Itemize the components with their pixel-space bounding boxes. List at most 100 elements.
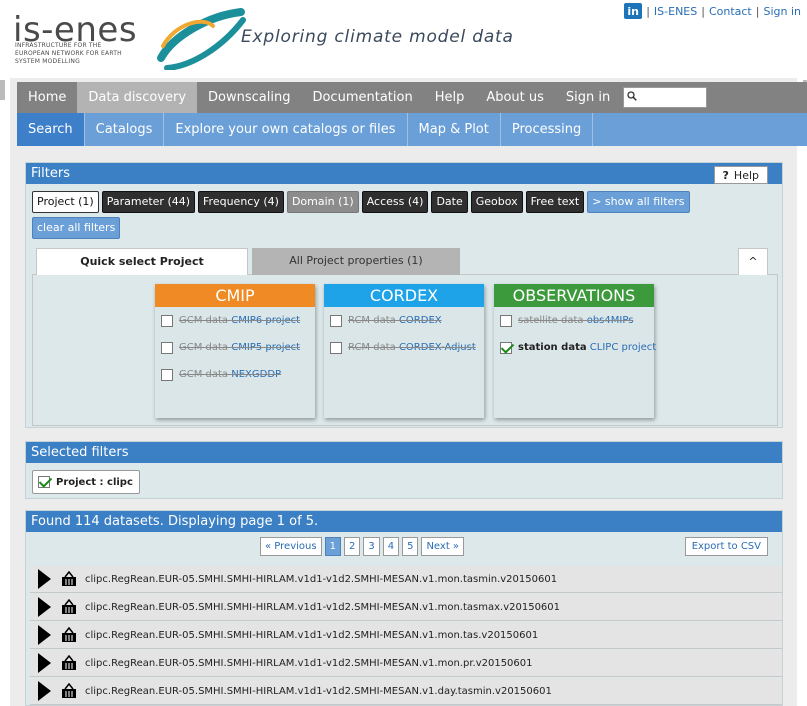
- page-button[interactable]: 4: [382, 537, 400, 556]
- dataset-id[interactable]: clipc.RegRean.EUR-05.SMHI.SMHI-HIRLAM.v1…: [85, 658, 533, 669]
- contact-link[interactable]: Contact: [709, 5, 752, 18]
- help-button[interactable]: ? Help: [713, 166, 768, 184]
- option-text: GCM data: [179, 369, 229, 380]
- option-link[interactable]: CLIPC project: [590, 342, 656, 353]
- option-row[interactable]: RCM data CORDEX: [324, 307, 484, 334]
- checkbox-checked[interactable]: [500, 341, 512, 354]
- subnav-explore[interactable]: Explore your own catalogs or files: [164, 113, 408, 146]
- page-button[interactable]: 3: [363, 537, 380, 556]
- subnav-search[interactable]: Search: [17, 113, 85, 146]
- dataset-row[interactable]: clipc.RegRean.EUR-05.SMHI.SMHI-HIRLAM.v1…: [30, 650, 782, 677]
- expand-play-icon[interactable]: [38, 681, 51, 701]
- expand-play-icon[interactable]: [38, 569, 51, 589]
- nav-sign-in[interactable]: Sign in: [555, 82, 621, 113]
- show-all-filters-button[interactable]: > show all filters: [587, 191, 690, 213]
- checkbox[interactable]: [161, 314, 173, 327]
- option-link[interactable]: obs4MIPs: [587, 315, 634, 326]
- basket-icon[interactable]: [61, 571, 77, 587]
- basket-icon[interactable]: [61, 627, 77, 643]
- option-link[interactable]: CMIP5 project: [231, 342, 300, 353]
- separator: |: [646, 4, 650, 18]
- expand-play-icon[interactable]: [38, 653, 51, 673]
- checkbox[interactable]: [161, 368, 173, 381]
- category-title: OBSERVATIONS: [494, 284, 654, 307]
- site-header: is-enes INFRASTRUCTURE FOR THE EUROPEAN …: [0, 0, 807, 78]
- dataset-row[interactable]: clipc.RegRean.EUR-05.SMHI.SMHI-HIRLAM.v1…: [30, 678, 782, 705]
- dataset-id[interactable]: clipc.RegRean.EUR-05.SMHI.SMHI-HIRLAM.v1…: [85, 602, 560, 613]
- main-nav: Home Data discovery Downscaling Document…: [17, 82, 807, 113]
- chip-label: Project : clipc: [56, 476, 133, 488]
- option-link[interactable]: CORDEX-Adjust: [399, 342, 476, 353]
- option-link[interactable]: CMIP6 project: [231, 315, 300, 326]
- nav-downscaling[interactable]: Downscaling: [197, 82, 301, 113]
- nav-documentation[interactable]: Documentation: [301, 82, 423, 113]
- filter-access-button[interactable]: Access (4): [361, 191, 429, 213]
- checkbox-checked[interactable]: [38, 476, 50, 488]
- option-row[interactable]: GCM data CMIP6 project: [155, 307, 315, 334]
- filter-frequency-button[interactable]: Frequency (4): [198, 191, 284, 213]
- filter-date-button[interactable]: Date: [431, 191, 468, 213]
- expand-play-icon[interactable]: [38, 625, 51, 645]
- next-page-button[interactable]: Next »: [421, 537, 465, 556]
- subnav-catalogs[interactable]: Catalogs: [85, 113, 165, 146]
- filter-parameter-button[interactable]: Parameter (44): [101, 191, 196, 213]
- option-row[interactable]: RCM data CORDEX-Adjust: [324, 334, 484, 361]
- category-title: CMIP: [155, 284, 315, 307]
- category-cmip: CMIP GCM data CMIP6 project GCM data CMI…: [155, 284, 315, 418]
- tab-all-project-properties[interactable]: All Project properties (1): [252, 248, 460, 275]
- nav-home[interactable]: Home: [17, 82, 77, 113]
- dataset-row[interactable]: clipc.RegRean.EUR-05.SMHI.SMHI-HIRLAM.v1…: [30, 594, 782, 621]
- selected-filter-chip[interactable]: Project : clipc: [32, 470, 140, 494]
- checkbox[interactable]: [500, 314, 512, 327]
- checkbox[interactable]: [330, 341, 342, 354]
- linkedin-icon[interactable]: in: [624, 3, 643, 19]
- tab-quick-select-project[interactable]: Quick select Project: [36, 248, 248, 275]
- filter-domain-button[interactable]: Domain (1): [286, 191, 359, 213]
- expand-play-icon[interactable]: [38, 597, 51, 617]
- dataset-row[interactable]: clipc.RegRean.EUR-05.SMHI.SMHI-HIRLAM.v1…: [30, 622, 782, 649]
- results-panel: Found 114 datasets. Displaying page 1 of…: [25, 510, 783, 706]
- filter-project-button[interactable]: Project (1): [32, 191, 99, 213]
- pagination: « Previous 1 2 3 4 5 Next »: [260, 537, 465, 556]
- option-link[interactable]: CORDEX: [399, 315, 442, 326]
- option-row[interactable]: GCM data NEXGDDP: [155, 361, 315, 388]
- option-row[interactable]: satellite data obs4MIPs: [494, 307, 654, 334]
- search-input[interactable]: [623, 87, 708, 108]
- dataset-id[interactable]: clipc.RegRean.EUR-05.SMHI.SMHI-HIRLAM.v1…: [85, 574, 557, 585]
- basket-icon[interactable]: [61, 683, 77, 699]
- page-button[interactable]: 1: [324, 537, 341, 556]
- checkbox[interactable]: [330, 314, 342, 327]
- subnav-processing[interactable]: Processing: [501, 113, 594, 146]
- filter-free-text-button[interactable]: Free text: [525, 191, 585, 213]
- dataset-row[interactable]: clipc.RegRean.EUR-05.SMHI.SMHI-HIRLAM.v1…: [30, 566, 782, 593]
- nav-about-us[interactable]: About us: [475, 82, 555, 113]
- nav-help[interactable]: Help: [424, 82, 476, 113]
- filter-geobox-button[interactable]: Geobox: [470, 191, 523, 213]
- page-button[interactable]: 5: [402, 537, 419, 556]
- option-link[interactable]: NEXGDDP: [231, 369, 281, 380]
- page-button[interactable]: 2: [343, 537, 361, 556]
- basket-icon[interactable]: [61, 655, 77, 671]
- is-enes-logo[interactable]: is-enes INFRASTRUCTURE FOR THE EUROPEAN …: [13, 6, 246, 70]
- is-enes-link[interactable]: IS-ENES: [654, 5, 697, 18]
- clear-all-filters-button[interactable]: clear all filters: [32, 217, 121, 239]
- basket-icon[interactable]: [61, 599, 77, 615]
- nav-data-discovery[interactable]: Data discovery: [77, 82, 198, 113]
- sign-in-link[interactable]: Sign in: [763, 5, 801, 18]
- category-title: CORDEX: [324, 284, 484, 307]
- export-csv-button[interactable]: Export to CSV: [684, 537, 768, 556]
- option-row[interactable]: station data CLIPC project: [494, 334, 656, 361]
- results-title: Found 114 datasets. Displaying page 1 of…: [26, 511, 782, 532]
- previous-page-button[interactable]: « Previous: [260, 537, 322, 556]
- option-text: RCM data: [348, 315, 396, 326]
- help-icon: ?: [722, 169, 729, 182]
- checkbox[interactable]: [161, 341, 173, 354]
- subnav-map-plot[interactable]: Map & Plot: [408, 113, 501, 146]
- logo-swirl-icon: [157, 8, 246, 70]
- collapse-button[interactable]: ^: [738, 248, 768, 275]
- option-row[interactable]: GCM data CMIP5 project: [155, 334, 315, 361]
- dataset-id[interactable]: clipc.RegRean.EUR-05.SMHI.SMHI-HIRLAM.v1…: [85, 686, 552, 697]
- search-icon: [627, 91, 638, 101]
- help-label: Help: [733, 169, 759, 182]
- dataset-id[interactable]: clipc.RegRean.EUR-05.SMHI.SMHI-HIRLAM.v1…: [85, 630, 538, 641]
